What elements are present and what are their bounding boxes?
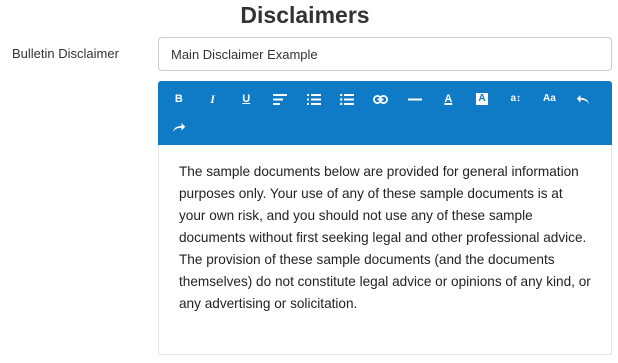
font-family-button[interactable]: Aa	[533, 85, 567, 113]
editor-content[interactable]: The sample documents below are provided …	[158, 145, 612, 355]
underline-icon: U	[242, 92, 251, 105]
rich-text-editor: B I U A A a↕ Aa The sample documents bel…	[158, 81, 612, 355]
italic-button[interactable]: I	[196, 85, 230, 113]
unordered-list-button[interactable]	[330, 85, 364, 113]
font-size-icon: a↕	[510, 93, 521, 104]
link-button[interactable]	[364, 85, 398, 113]
disclaimers-page: Disclaimers Bulletin Disclaimer B I U	[0, 0, 618, 363]
page-title: Disclaimers	[240, 2, 370, 28]
horizontal-rule-icon	[407, 98, 422, 101]
redo-button[interactable]	[162, 113, 196, 141]
align-button[interactable]	[263, 85, 297, 113]
ordered-list-icon	[306, 93, 321, 105]
align-left-icon	[272, 93, 287, 105]
horizontal-rule-button[interactable]	[398, 85, 432, 113]
text-color-button[interactable]: A	[432, 85, 466, 113]
ordered-list-button[interactable]	[297, 85, 331, 113]
font-family-icon: Aa	[543, 93, 556, 104]
background-color-icon: A	[476, 93, 488, 105]
bold-icon: B	[174, 92, 183, 105]
background-color-button[interactable]: A	[465, 85, 499, 113]
text-color-icon: A	[444, 92, 453, 105]
undo-icon	[576, 94, 590, 105]
italic-icon: I	[210, 92, 215, 106]
undo-button[interactable]	[566, 85, 600, 113]
underline-button[interactable]: U	[229, 85, 263, 113]
bold-button[interactable]: B	[162, 85, 196, 113]
editor-toolbar: B I U A A a↕ Aa	[158, 81, 612, 145]
link-icon	[373, 94, 389, 104]
font-size-button[interactable]: a↕	[499, 85, 533, 113]
disclaimer-title-input[interactable]	[158, 37, 612, 71]
unordered-list-icon	[340, 93, 355, 105]
bulletin-disclaimer-label: Bulletin Disclaimer	[12, 46, 119, 61]
redo-icon	[172, 122, 186, 133]
